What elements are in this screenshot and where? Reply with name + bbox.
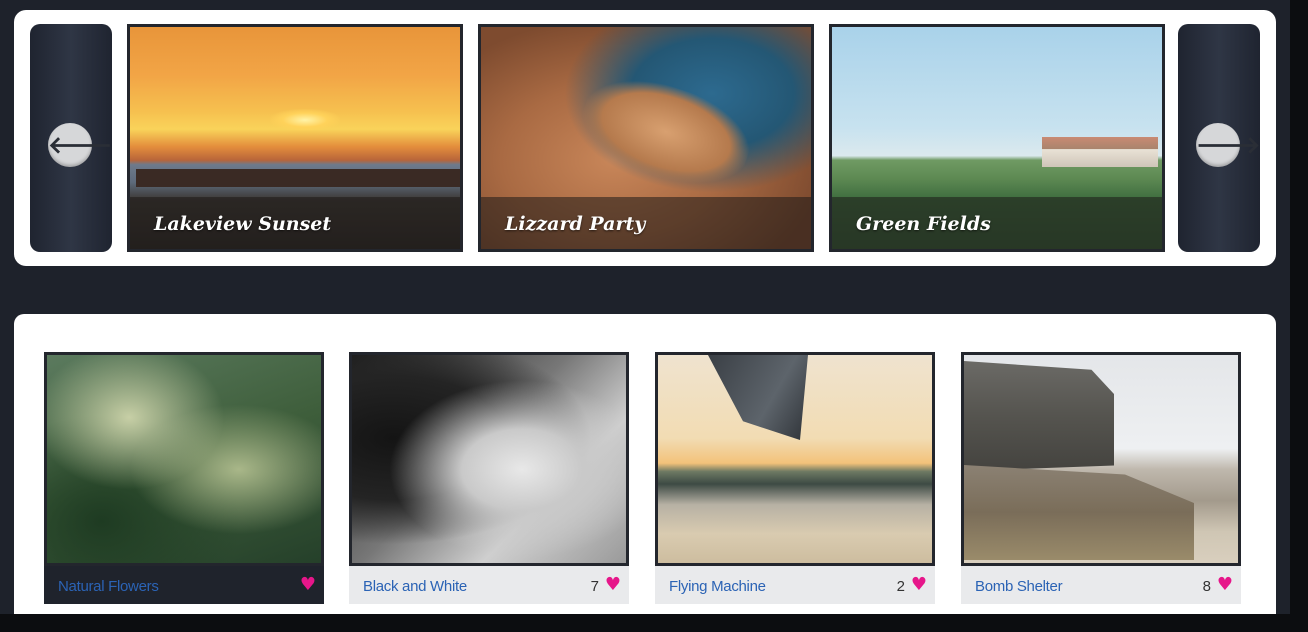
heart-icon[interactable]: ♥ <box>300 575 316 595</box>
slide-caption: Green Fields <box>856 213 991 235</box>
gallery-card: Black and White 7 ♥ <box>349 352 629 604</box>
card-title-link[interactable]: Natural Flowers <box>58 578 159 595</box>
screen-edge-right <box>1290 0 1308 632</box>
thumbnail-image <box>964 355 1238 563</box>
slider-prev-button[interactable]: 🡐 <box>30 24 112 252</box>
page-background: 🡐 Lakeview Sunset Lizzard Party Green Fi… <box>0 0 1308 632</box>
featured-slider: 🡐 Lakeview Sunset Lizzard Party Green Fi… <box>14 10 1276 266</box>
gallery-thumbnail[interactable] <box>961 352 1241 566</box>
heart-icon[interactable]: ♥ <box>605 575 621 595</box>
slide-caption: Lakeview Sunset <box>154 213 332 235</box>
jetty-shape <box>136 169 460 187</box>
arrow-left-icon[interactable]: 🡐 <box>48 123 112 167</box>
like-count: 8 <box>1202 578 1211 595</box>
slide-lakeview-sunset[interactable]: Lakeview Sunset <box>127 24 463 252</box>
thumbnail-image <box>658 355 932 563</box>
gallery-thumbnail[interactable] <box>44 352 324 566</box>
thumbnail-image <box>352 355 626 563</box>
sail-shape <box>708 355 808 440</box>
card-footer: Black and White 7 ♥ <box>349 566 629 604</box>
heart-icon[interactable]: ♥ <box>911 575 927 595</box>
photo-gallery: Natural Flowers ♥ Black and White 7 ♥ Fl… <box>14 314 1276 614</box>
slider-next-button[interactable]: 🡒 <box>1178 24 1260 252</box>
card-footer: Bomb Shelter 8 ♥ <box>961 566 1241 604</box>
bunker-shape <box>964 361 1114 471</box>
gallery-card: Natural Flowers ♥ <box>44 352 324 604</box>
lizard-shape <box>571 62 761 202</box>
slide-green-fields[interactable]: Green Fields <box>829 24 1165 252</box>
card-footer: Flying Machine 2 ♥ <box>655 566 935 604</box>
card-title-link[interactable]: Black and White <box>363 578 467 595</box>
house-shape <box>1042 137 1158 167</box>
like-count: 2 <box>896 578 905 595</box>
card-footer: Natural Flowers ♥ <box>44 566 324 604</box>
heart-icon[interactable]: ♥ <box>1217 575 1233 595</box>
gallery-card: Bomb Shelter 8 ♥ <box>961 352 1241 604</box>
gallery-thumbnail[interactable] <box>655 352 935 566</box>
sun-glow <box>270 109 340 131</box>
like-count: 7 <box>590 578 599 595</box>
screen-edge-bottom <box>0 614 1308 632</box>
card-title-link[interactable]: Bomb Shelter <box>975 578 1063 595</box>
bunker-base-shape <box>964 465 1194 560</box>
card-title-link[interactable]: Flying Machine <box>669 578 766 595</box>
slide-lizzard-party[interactable]: Lizzard Party <box>478 24 814 252</box>
gallery-thumbnail[interactable] <box>349 352 629 566</box>
arrow-right-icon[interactable]: 🡒 <box>1196 123 1260 167</box>
thumbnail-image <box>47 355 321 563</box>
gallery-card: Flying Machine 2 ♥ <box>655 352 935 604</box>
slide-caption: Lizzard Party <box>505 213 646 235</box>
